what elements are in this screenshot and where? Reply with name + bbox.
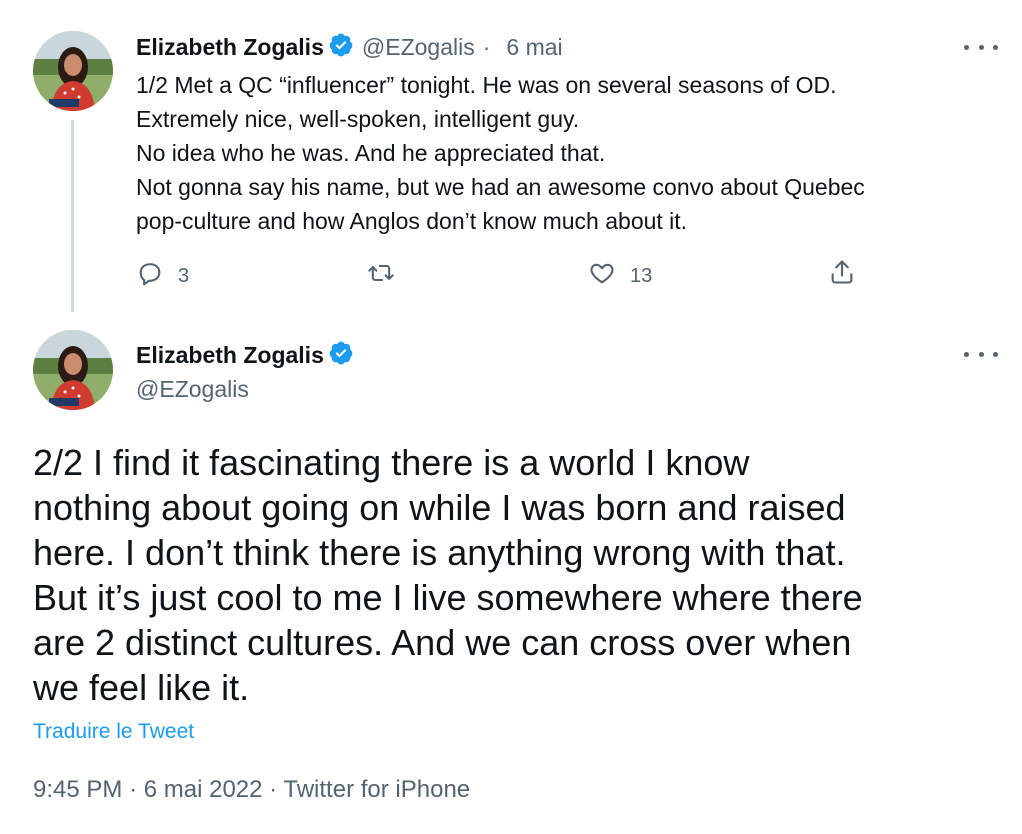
tweet-metadata: 9:45 PM · 6 mai 2022 · Twitter for iPhon… bbox=[33, 776, 470, 804]
tweet-line: 2/2 I find it fascinating there is a wor… bbox=[33, 442, 750, 483]
author-name[interactable]: Elizabeth Zogalis bbox=[136, 342, 324, 369]
heart-icon bbox=[588, 259, 616, 293]
author-handle[interactable]: @EZogalis bbox=[136, 376, 249, 403]
tweet-line: No idea who he was. And he appreciated t… bbox=[136, 140, 606, 166]
retweet-icon bbox=[366, 259, 396, 293]
translate-tweet-link[interactable]: Traduire le Tweet bbox=[33, 720, 194, 744]
tweet2-handle-row: @EZogalis bbox=[136, 372, 249, 406]
tweet-line: here. I don’t think there is anything wr… bbox=[33, 532, 846, 573]
tweet-time[interactable]: 9:45 PM bbox=[33, 776, 122, 803]
verified-badge-icon bbox=[328, 340, 354, 371]
like-button[interactable]: 13 bbox=[588, 262, 652, 290]
tweet-source[interactable]: Twitter for iPhone bbox=[283, 776, 470, 803]
avatar[interactable] bbox=[33, 330, 113, 410]
reply-button[interactable]: 3 bbox=[136, 262, 189, 290]
tweet1-header: Elizabeth Zogalis @EZogalis · 6 mai bbox=[136, 30, 563, 64]
tweet-line: 1/2 Met a QC “influencer” tonight. He wa… bbox=[136, 72, 837, 98]
tweet-date[interactable]: 6 mai bbox=[506, 34, 562, 61]
share-icon bbox=[828, 257, 856, 293]
verified-badge-icon bbox=[328, 32, 354, 63]
tweet1-text: 1/2 Met a QC “influencer” tonight. He wa… bbox=[136, 68, 996, 238]
tweet-line: Extremely nice, well-spoken, intelligent… bbox=[136, 106, 580, 132]
tweet-line: But it’s just cool to me I live somewher… bbox=[33, 577, 863, 618]
author-name[interactable]: Elizabeth Zogalis bbox=[136, 34, 324, 61]
separator: · bbox=[129, 776, 138, 803]
more-options-icon[interactable] bbox=[964, 344, 998, 364]
separator: · bbox=[269, 776, 278, 803]
like-count: 13 bbox=[630, 264, 653, 287]
tweet-line: are 2 distinct cultures. And we can cros… bbox=[33, 622, 852, 663]
thread-connector-line bbox=[71, 120, 74, 312]
tweet-line: we feel like it. bbox=[33, 667, 250, 708]
more-options-icon[interactable] bbox=[964, 37, 998, 57]
tweet-line: Not gonna say his name, but we had an aw… bbox=[136, 174, 865, 200]
author-handle[interactable]: @EZogalis bbox=[362, 34, 475, 61]
reply-count: 3 bbox=[178, 264, 190, 287]
retweet-button[interactable] bbox=[366, 262, 396, 290]
tweet-line: pop-culture and how Anglos don’t know mu… bbox=[136, 208, 688, 234]
share-button[interactable] bbox=[828, 260, 856, 290]
tweet-line: nothing about going on while I was born … bbox=[33, 487, 846, 528]
tweet2-author-row: Elizabeth Zogalis bbox=[136, 338, 354, 372]
tweet2-text: 2/2 I find it fascinating there is a wor… bbox=[33, 440, 993, 710]
reply-icon bbox=[136, 259, 164, 293]
avatar[interactable] bbox=[33, 31, 113, 111]
separator: · bbox=[482, 33, 491, 60]
tweet-full-date[interactable]: 6 mai 2022 bbox=[144, 776, 263, 803]
